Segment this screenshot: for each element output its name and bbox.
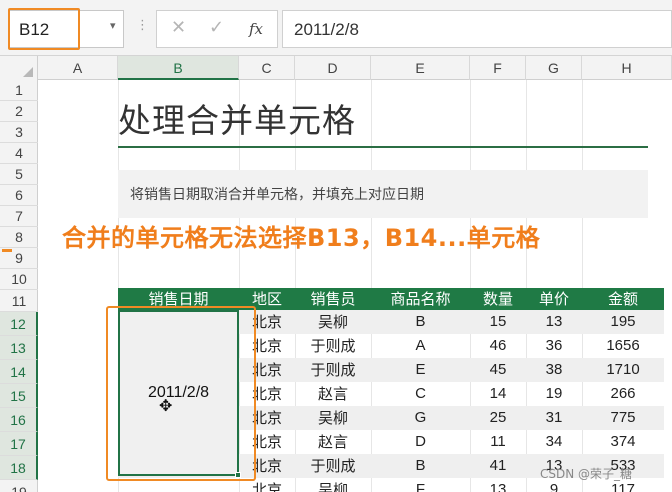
cancel-icon[interactable]: ✕ xyxy=(171,17,186,38)
qty-cell[interactable]: 11 xyxy=(470,430,526,454)
table-header-cell[interactable]: 单价 xyxy=(526,288,582,310)
product-cell[interactable]: D xyxy=(371,430,470,454)
seller-cell[interactable]: 吴柳 xyxy=(295,406,371,430)
column-header-e[interactable]: E xyxy=(371,56,470,80)
row-header[interactable]: 2 xyxy=(0,101,38,122)
row-header[interactable]: 15 xyxy=(0,384,38,408)
qty-cell[interactable]: 41 xyxy=(470,454,526,478)
table-header-cell[interactable]: 销售员 xyxy=(295,288,371,310)
column-headers: A B C D E F G H xyxy=(0,56,672,80)
row-header[interactable]: 8 xyxy=(0,227,38,248)
row-header[interactable]: 10 xyxy=(0,269,38,290)
drag-handle-icon[interactable]: ⋮ xyxy=(136,18,149,33)
row-header[interactable]: 5 xyxy=(0,164,38,185)
seller-cell[interactable]: 赵言 xyxy=(295,430,371,454)
column-header-d[interactable]: D xyxy=(295,56,371,80)
column-header-g[interactable]: G xyxy=(526,56,582,80)
column-header-c[interactable]: C xyxy=(239,56,295,80)
amount-cell[interactable]: 374 xyxy=(582,430,664,454)
annotation-text: 合并的单元格无法选择B13，B14...单元格 xyxy=(62,224,541,252)
price-cell[interactable]: 31 xyxy=(526,406,582,430)
row-header[interactable]: 4 xyxy=(0,143,38,164)
name-box-highlight xyxy=(8,8,80,50)
amount-cell[interactable]: 195 xyxy=(582,310,664,334)
formula-value[interactable]: 2011/2/8 xyxy=(294,20,359,40)
row-header[interactable]: 7 xyxy=(0,206,38,227)
qty-cell[interactable]: 15 xyxy=(470,310,526,334)
price-cell[interactable]: 36 xyxy=(526,334,582,358)
product-cell[interactable]: G xyxy=(371,406,470,430)
product-cell[interactable]: C xyxy=(371,382,470,406)
qty-cell[interactable]: 25 xyxy=(470,406,526,430)
sheet-title: 处理合并单元格 xyxy=(118,101,356,140)
seller-cell[interactable]: 于则成 xyxy=(295,358,371,382)
row-header[interactable]: 17 xyxy=(0,432,38,456)
row-header[interactable]: 18 xyxy=(0,456,38,480)
formula-input[interactable]: 2011/2/8 xyxy=(282,10,672,48)
row-header[interactable]: 11 xyxy=(0,290,38,312)
column-header-f[interactable]: F xyxy=(470,56,526,80)
merged-cell-highlight xyxy=(106,306,256,481)
row-header[interactable]: 12 xyxy=(0,312,38,336)
chevron-down-icon[interactable]: ▾ xyxy=(110,19,116,32)
select-all-icon[interactable] xyxy=(23,67,33,77)
price-cell[interactable]: 19 xyxy=(526,382,582,406)
instruction-text: 将销售日期取消合并单元格，并填充上对应日期 xyxy=(130,187,424,203)
insert-function-icon[interactable]: fx xyxy=(249,20,263,38)
table-header-cell[interactable]: 金额 xyxy=(582,288,664,310)
row-header[interactable]: 19 xyxy=(0,480,38,492)
amount-cell[interactable]: 1710 xyxy=(582,358,664,382)
select-all-corner[interactable] xyxy=(0,56,38,80)
enter-icon[interactable]: ✓ xyxy=(209,17,224,38)
watermark: CSDN @荣子_糖 xyxy=(540,467,633,481)
row-header[interactable]: 6 xyxy=(0,185,38,206)
price-cell[interactable]: 38 xyxy=(526,358,582,382)
product-cell[interactable]: B xyxy=(371,310,470,334)
seller-cell[interactable]: 赵言 xyxy=(295,382,371,406)
seller-cell[interactable]: 于则成 xyxy=(295,334,371,358)
seller-cell[interactable]: 于则成 xyxy=(295,454,371,478)
cell-cursor-icon: ✥ xyxy=(159,396,173,415)
amount-cell[interactable]: 1656 xyxy=(582,334,664,358)
table-header-cell[interactable]: 商品名称 xyxy=(371,288,470,310)
column-header-a[interactable]: A xyxy=(38,56,118,80)
price-cell[interactable]: 34 xyxy=(526,430,582,454)
qty-cell[interactable]: 13 xyxy=(470,478,526,492)
instruction-box: 将销售日期取消合并单元格，并填充上对应日期 xyxy=(118,170,648,218)
table-header-cell[interactable]: 数量 xyxy=(470,288,526,310)
row-header[interactable]: 16 xyxy=(0,408,38,432)
qty-cell[interactable]: 45 xyxy=(470,358,526,382)
qty-cell[interactable]: 14 xyxy=(470,382,526,406)
row-header[interactable]: 1 xyxy=(0,80,38,101)
seller-cell[interactable]: 吴柳 xyxy=(295,310,371,334)
qty-cell[interactable]: 46 xyxy=(470,334,526,358)
column-header-b[interactable]: B xyxy=(118,56,239,80)
product-cell[interactable]: A xyxy=(371,334,470,358)
row-headers: 1 2 3 4 5 6 7 8 9 10 11 12 13 14 15 16 1… xyxy=(0,80,38,492)
side-marker xyxy=(2,249,12,252)
row-header[interactable]: 14 xyxy=(0,360,38,384)
product-cell[interactable]: B xyxy=(371,454,470,478)
row-header[interactable]: 13 xyxy=(0,336,38,360)
price-cell[interactable]: 13 xyxy=(526,310,582,334)
title-underline xyxy=(118,146,648,148)
product-cell[interactable]: E xyxy=(371,358,470,382)
amount-cell[interactable]: 266 xyxy=(582,382,664,406)
column-header-h[interactable]: H xyxy=(582,56,672,80)
formula-bar: B12 ▾ ⋮ ✕ ✓ fx 2011/2/8 xyxy=(0,0,672,56)
formula-tools: ✕ ✓ fx xyxy=(156,10,278,48)
amount-cell[interactable]: 775 xyxy=(582,406,664,430)
row-header[interactable]: 3 xyxy=(0,122,38,143)
product-cell[interactable]: F xyxy=(371,478,470,492)
worksheet: A B C D E F G H 1 2 3 4 5 6 7 8 9 10 11 … xyxy=(0,56,672,492)
seller-cell[interactable]: 吴柳 xyxy=(295,478,371,492)
